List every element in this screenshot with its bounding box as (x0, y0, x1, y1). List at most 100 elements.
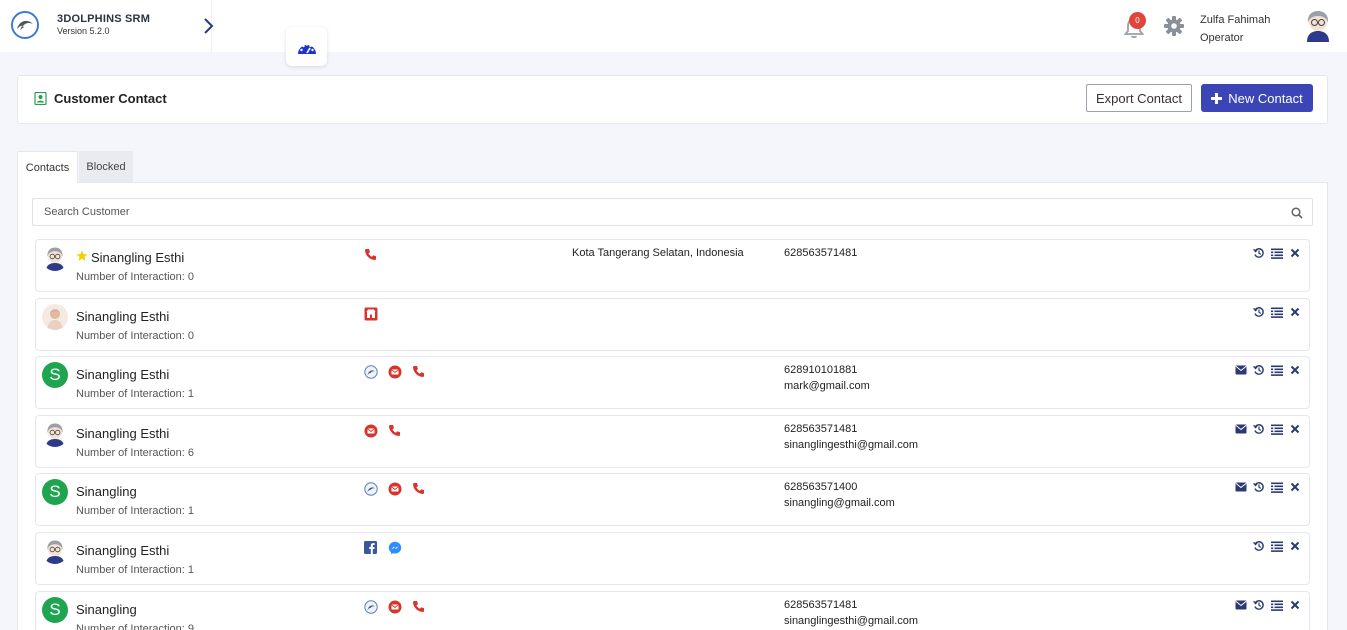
history-icon[interactable] (1253, 540, 1265, 552)
contact-row[interactable]: Sinangling Esthi Number of Interaction: 0 (35, 298, 1310, 351)
search-input[interactable] (33, 199, 1283, 225)
avatar-letter: S (49, 482, 61, 501)
row-actions (1235, 599, 1301, 611)
chevron-right-icon[interactable] (199, 16, 219, 36)
contact-name: Sinangling Esthi (76, 426, 170, 441)
mail-icon[interactable] (1235, 481, 1247, 493)
gear-icon[interactable] (1162, 14, 1186, 38)
contact-row[interactable]: S Sinangling Number of Interaction: 1 62856… (35, 473, 1310, 526)
contact-name-wrap[interactable]: Sinangling Esthi (76, 367, 169, 382)
contact-row[interactable]: Sinangling Esthi Number of Interaction: 1 (35, 532, 1310, 585)
row-actions (1235, 423, 1301, 435)
interaction-count: Number of Interaction: 1 (76, 564, 195, 576)
channel-icons (363, 481, 426, 496)
interaction-count: Number of Interaction: 1 (76, 388, 195, 400)
contact-name-wrap[interactable]: Sinangling (76, 602, 137, 617)
list-icon[interactable] (1271, 423, 1283, 435)
user-name: Zulfa Fahimah (1200, 14, 1271, 26)
list-icon[interactable] (1271, 481, 1283, 493)
interaction-count: Number of Interaction: 0 (76, 271, 195, 283)
tab-blocked[interactable]: Blocked (79, 151, 133, 183)
contact-card-icon (34, 91, 47, 106)
close-icon[interactable] (1289, 247, 1301, 259)
mail-icon[interactable] (1235, 423, 1247, 435)
list-icon[interactable] (1271, 364, 1283, 376)
channel-icons (363, 306, 378, 321)
contact-row[interactable]: S Sinangling Esthi Number of Interaction: … (35, 356, 1310, 409)
phone-icon (411, 364, 426, 379)
channel-icons (363, 364, 426, 379)
history-icon[interactable] (1253, 423, 1265, 435)
close-icon[interactable] (1289, 364, 1301, 376)
phone-icon (387, 423, 402, 438)
contact-row[interactable]: Sinangling Esthi Number of Interaction: 6… (35, 415, 1310, 468)
contact-name: Sinangling (76, 484, 137, 499)
notification-badge: 0 (1129, 12, 1146, 29)
user-role: Operator (1200, 32, 1244, 44)
interaction-count: Number of Interaction: 6 (76, 447, 195, 459)
contact-name: Sinangling Esthi (76, 367, 170, 382)
contact-row[interactable]: Sinangling Esthi Number of Interaction: 0… (35, 239, 1310, 292)
contact-email: sinanglingesthi@gmail.com (784, 439, 919, 451)
export-contact-button[interactable]: Export Contact (1086, 84, 1192, 112)
close-icon[interactable] (1289, 423, 1301, 435)
contact-name: Sinangling (76, 602, 137, 617)
avatar: S (42, 479, 68, 505)
mail-icon[interactable] (1235, 364, 1247, 376)
history-icon[interactable] (1253, 481, 1265, 493)
phone-icon (411, 599, 426, 614)
contact-phone: 628563571481 (784, 599, 858, 611)
history-icon[interactable] (1253, 599, 1265, 611)
list-icon[interactable] (1271, 306, 1283, 318)
store-icon (363, 306, 378, 321)
contact-name-wrap[interactable]: Sinangling Esthi (76, 426, 169, 441)
avatar-letter: S (49, 600, 61, 619)
user-avatar[interactable] (1301, 8, 1335, 42)
contact-email: sinangling@gmail.com (784, 497, 895, 509)
list-icon[interactable] (1271, 540, 1283, 552)
phone-icon (411, 481, 426, 496)
new-contact-button[interactable]: New Contact (1201, 84, 1313, 112)
close-icon[interactable] (1289, 306, 1301, 318)
tab-contacts[interactable]: Contacts (17, 151, 78, 183)
row-actions (1235, 364, 1301, 376)
channel-icons (363, 540, 402, 555)
list-icon[interactable] (1271, 247, 1283, 259)
close-icon[interactable] (1289, 540, 1301, 552)
history-icon[interactable] (1253, 306, 1265, 318)
contact-phone: 628563571481 (784, 247, 858, 259)
bot-icon (363, 481, 378, 496)
search-icon[interactable] (1291, 206, 1303, 219)
email-icon (387, 364, 402, 379)
email-icon (387, 481, 402, 496)
contact-phone: 628910101881 (784, 364, 858, 376)
dashboard-icon[interactable] (286, 27, 327, 66)
app-title: 3DOLPHINS SRM (57, 13, 151, 25)
app-version: Version 5.2.0 (57, 26, 110, 36)
contact-name-wrap[interactable]: Sinangling Esthi (76, 309, 169, 324)
bot-icon (363, 599, 378, 614)
contact-name: Sinangling Esthi (91, 250, 185, 265)
row-actions (1253, 540, 1301, 552)
contact-email: mark@gmail.com (784, 380, 870, 392)
close-icon[interactable] (1289, 599, 1301, 611)
history-icon[interactable] (1253, 247, 1265, 259)
contact-phone: 628563571481 (784, 423, 858, 435)
contact-name-wrap[interactable]: Sinangling Esthi (76, 250, 184, 265)
mail-icon[interactable] (1235, 599, 1247, 611)
close-icon[interactable] (1289, 481, 1301, 493)
page-header: Customer Contact Export Contact New Cont… (17, 75, 1328, 124)
avatar: S (42, 597, 68, 623)
brand: 3DOLPHINS SRM Version 5.2.0 (0, 0, 212, 52)
phone-icon (363, 247, 378, 262)
history-icon[interactable] (1253, 364, 1265, 376)
contact-name-wrap[interactable]: Sinangling (76, 484, 137, 499)
contact-name-wrap[interactable]: Sinangling Esthi (76, 543, 169, 558)
avatar (42, 421, 68, 447)
email-icon (387, 599, 402, 614)
contact-row[interactable]: S Sinangling Number of Interaction: 9 62856… (35, 591, 1310, 630)
star-icon (76, 250, 88, 265)
contact-location: Kota Tangerang Selatan, Indonesia (572, 247, 744, 259)
interaction-count: Number of Interaction: 9 (76, 623, 195, 630)
list-icon[interactable] (1271, 599, 1283, 611)
